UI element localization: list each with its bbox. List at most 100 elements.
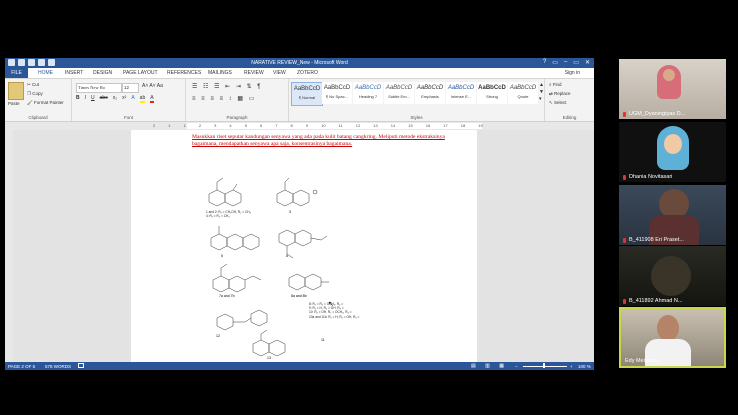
ruler-number: 17 bbox=[443, 123, 448, 128]
style-name: Quote bbox=[517, 94, 529, 99]
participant-video bbox=[651, 256, 691, 296]
style-intense-emphasis[interactable]: AaBbCcD Intense E... bbox=[446, 82, 476, 104]
bold-button[interactable]: B bbox=[76, 95, 80, 103]
ruler-number: 6 bbox=[259, 123, 263, 128]
font-size-box[interactable]: 12 bbox=[122, 83, 139, 93]
find-button[interactable]: ⌕ Find bbox=[549, 82, 562, 87]
styles-scroll-icon[interactable]: ▲ ▼ ▾ bbox=[539, 82, 544, 103]
style-sample: AaBbCcD bbox=[385, 85, 413, 91]
ribbon-display-icon[interactable]: ▭ bbox=[552, 59, 558, 66]
zoom-slider[interactable] bbox=[523, 365, 567, 367]
style-heading-7[interactable]: AaBbCcD Heading 7 bbox=[353, 82, 383, 104]
participant-tile[interactable]: Dhania Novitasari bbox=[619, 122, 726, 182]
copy-button[interactable]: ❐ Copy bbox=[27, 91, 43, 97]
structure-label-8: 8a and 8b bbox=[291, 294, 307, 298]
page-count[interactable]: PAGE 2 OF 5 bbox=[8, 364, 35, 369]
proofing-icon[interactable] bbox=[78, 363, 84, 368]
sign-in-link[interactable]: Sign in bbox=[565, 70, 580, 76]
vertical-ruler[interactable] bbox=[5, 130, 13, 362]
superscript-button[interactable]: x² bbox=[122, 95, 126, 103]
style-strong[interactable]: AaBbCcD Strong bbox=[477, 82, 507, 104]
participant-name-row: B_411908 Eri Praset... bbox=[623, 237, 684, 243]
ruler-number: 18 bbox=[460, 123, 466, 128]
align-buttons-icon[interactable]: ≡ ≡ ≡ ≡ ↕ ▦ ▭ bbox=[192, 95, 256, 102]
list-buttons-icon[interactable]: ☰ ☷ ☰ ⇤ ⇥ ⇅ ¶ bbox=[192, 83, 262, 90]
view-mode-icons[interactable]: ▤ ▥ ▦ bbox=[471, 363, 508, 369]
style-subtle-emphasis[interactable]: AaBbCcD Subtle Em... bbox=[384, 82, 414, 104]
ruler-number: 8 bbox=[290, 123, 293, 128]
tab-zotero[interactable]: ZOTERO bbox=[297, 70, 318, 76]
cut-button[interactable]: ✂ Cut bbox=[27, 82, 39, 88]
font-color-icon[interactable]: A bbox=[150, 95, 154, 103]
replace-label: Replace bbox=[554, 91, 571, 96]
maximize-button[interactable]: ▭ bbox=[573, 59, 579, 66]
zoom-slider-thumb[interactable] bbox=[543, 363, 545, 368]
editing-group: ⌕ Find ⇄ Replace ↖ Select Editing bbox=[545, 79, 594, 121]
structure-label-5: 5 bbox=[221, 254, 223, 258]
participant-tile[interactable]: B_411892 Ahmad N... bbox=[619, 246, 726, 306]
clipboard-label: Clipboard bbox=[28, 115, 48, 120]
paste-button[interactable]: Paste bbox=[8, 101, 20, 106]
grow-font-icon[interactable]: A˄ A˅ Aa bbox=[142, 83, 163, 89]
ruler-number: 15 bbox=[408, 123, 413, 128]
style-no-spacing[interactable]: AaBbCcD ¶ No Spac... bbox=[322, 82, 352, 104]
underline-button[interactable]: U bbox=[91, 95, 95, 103]
participant-tile-active-speaker[interactable]: Edy Meiyanto bbox=[619, 307, 726, 368]
strikethrough-button[interactable]: abc bbox=[100, 95, 108, 103]
help-icon[interactable]: ? bbox=[543, 59, 546, 66]
structure-label-4: 4: R₁ = R₂ = CH₃ bbox=[206, 214, 230, 218]
zoom-in-button[interactable]: + bbox=[570, 364, 573, 369]
ruler-number: 7 bbox=[275, 123, 278, 128]
paragraph-group: ☰ ☷ ☰ ⇤ ⇥ ⇅ ¶ ≡ ≡ ≡ ≡ ↕ ▦ ▭ Paragraph bbox=[186, 79, 289, 121]
structure-label-10a: 10a and 11b: R₁ = H, R₂ = OH, R₃ = bbox=[309, 314, 360, 319]
tab-mailings[interactable]: MAILINGS bbox=[208, 70, 232, 76]
paste-icon[interactable] bbox=[8, 82, 24, 100]
style-name: Intense E... bbox=[450, 94, 472, 99]
horizontal-ruler[interactable]: 2 1 1 2 3 4 5 6 7 8 9 10 11 12 13 14 15 16 17 18 19 bbox=[5, 122, 594, 130]
font-name-box[interactable]: Times New Ro bbox=[76, 83, 122, 93]
participant-name-row: UGM_Dyaningtyas D... bbox=[623, 111, 685, 117]
styles-group: AaBbCcD ¶ Normal AaBbCcD ¶ No Spac... Aa… bbox=[289, 79, 545, 121]
document-paragraph[interactable]: Masukkan riset seputar kandungan senyawa… bbox=[192, 134, 462, 148]
font-label: Font bbox=[123, 115, 133, 120]
select-button[interactable]: ↖ Select bbox=[549, 100, 567, 106]
highlight-icon[interactable]: ab bbox=[139, 95, 146, 103]
zoom-level[interactable]: 100 % bbox=[578, 364, 591, 369]
style-name: Emphasis bbox=[421, 94, 439, 99]
ruler-number: 4 bbox=[229, 123, 232, 128]
find-label: Find bbox=[552, 82, 562, 87]
close-button[interactable]: ✕ bbox=[585, 59, 590, 66]
window-title: NARATIVE REVIEW_New - Microsoft Word bbox=[251, 60, 348, 66]
ruler-number: 1 bbox=[168, 123, 171, 128]
select-label: Select bbox=[554, 100, 567, 105]
participant-tile[interactable]: B_411908 Eri Praset... bbox=[619, 185, 726, 245]
tab-home[interactable]: HOME bbox=[38, 70, 53, 76]
text-effects-icon[interactable]: A bbox=[131, 95, 134, 103]
word-count[interactable]: 578 WORDS bbox=[45, 364, 71, 369]
participant-tile[interactable]: UGM_Dyaningtyas D... bbox=[619, 59, 726, 119]
italic-button[interactable]: I bbox=[85, 95, 86, 103]
ruler-number: 12 bbox=[355, 123, 361, 128]
replace-button[interactable]: ⇄ Replace bbox=[549, 91, 571, 97]
tab-review[interactable]: REVIEW bbox=[244, 70, 264, 76]
ruler-number: 1 bbox=[183, 123, 186, 128]
style-emphasis[interactable]: AaBbCcD Emphasis bbox=[415, 82, 445, 104]
clipboard-group: Paste ✂ Cut ❐ Copy 🖌 Format Painter Clip… bbox=[5, 79, 72, 121]
tab-view[interactable]: VIEW bbox=[273, 70, 286, 76]
tab-insert[interactable]: INSERT bbox=[65, 70, 83, 76]
participant-face bbox=[664, 134, 682, 154]
minimize-button[interactable]: – bbox=[564, 59, 567, 66]
tab-page-layout[interactable]: PAGE LAYOUT bbox=[123, 70, 158, 76]
style-normal[interactable]: AaBbCcD ¶ Normal bbox=[291, 82, 323, 106]
format-painter-button[interactable]: 🖌 Format Painter bbox=[27, 100, 64, 106]
style-quote[interactable]: AaBbCcD Quote bbox=[508, 82, 538, 104]
zoom-out-button[interactable]: – bbox=[515, 364, 518, 369]
status-bar: PAGE 2 OF 5 578 WORDS ▤ ▥ ▦ – + 100 % bbox=[5, 362, 594, 370]
subscript-button[interactable]: x₂ bbox=[113, 95, 117, 103]
tab-references[interactable]: REFERENCES bbox=[167, 70, 201, 76]
document-page[interactable]: Masukkan riset seputar kandungan senyawa… bbox=[131, 130, 477, 362]
tab-design[interactable]: DESIGN bbox=[93, 70, 112, 76]
tab-file[interactable]: FILE bbox=[5, 68, 28, 78]
ruler-number: 3 bbox=[214, 123, 217, 128]
style-name: Heading 7 bbox=[358, 94, 378, 99]
